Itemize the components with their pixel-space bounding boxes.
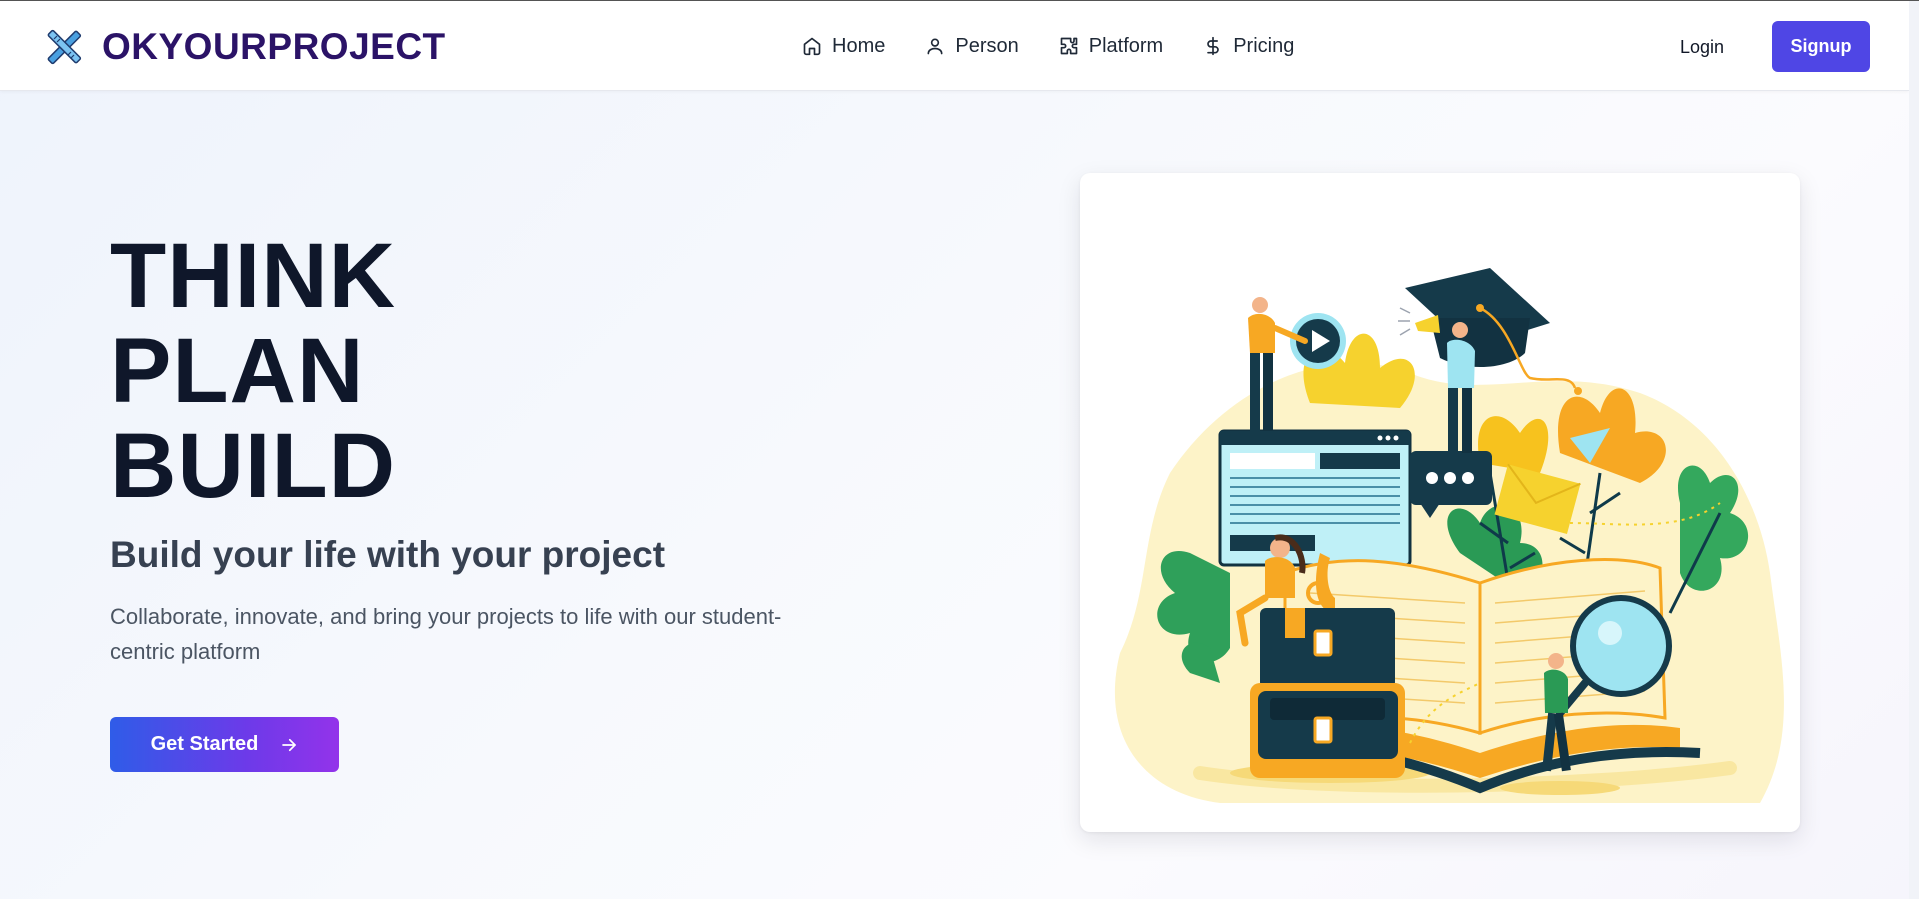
get-started-label: Get Started [150, 733, 259, 755]
nav-item-home[interactable]: Home [802, 32, 885, 60]
nav-label-pricing: Pricing [1233, 35, 1295, 57]
hero-title-line: PLAN [110, 320, 365, 422]
hero-title-line: THINK [110, 225, 397, 327]
top-navbar: OKYOURPROJECT Home Person Platform Prici… [0, 1, 1909, 91]
dollar-icon [1207, 36, 1219, 56]
login-button[interactable]: Login [1680, 31, 1724, 63]
hero-description: Collaborate, innovate, and bring your pr… [110, 604, 782, 664]
signup-button[interactable]: Signup [1772, 21, 1870, 72]
nav-item-platform[interactable]: Platform [1059, 32, 1163, 60]
puzzle-icon [1060, 37, 1078, 55]
crossed-tools-icon [47, 29, 82, 65]
person-icon [927, 38, 943, 55]
arrow-right-icon [282, 738, 297, 751]
hero-subtitle: Build your life with your project [110, 534, 666, 575]
brand-logo[interactable]: OKYOURPROJECT [46, 27, 446, 67]
home-icon [803, 37, 821, 56]
nav-item-pricing[interactable]: Pricing [1203, 32, 1294, 60]
nav-label-home: Home [832, 35, 886, 57]
hero-title-line: BUILD [110, 415, 397, 517]
nav-label-platform: Platform [1088, 35, 1164, 57]
get-started-button[interactable]: Get Started [110, 717, 339, 772]
hero-illustration-card [1080, 173, 1800, 832]
nav-label-person: Person [955, 35, 1019, 57]
hero-title: THINK PLAN BUILD [110, 229, 396, 514]
education-illustration [1114, 268, 1784, 803]
nav-item-person[interactable]: Person [925, 32, 1019, 60]
brand-name: OKYOURPROJECT [102, 26, 446, 67]
scrollbar-track[interactable] [1909, 1, 1919, 899]
main-nav: Home Person Platform Pricing [802, 32, 1294, 60]
